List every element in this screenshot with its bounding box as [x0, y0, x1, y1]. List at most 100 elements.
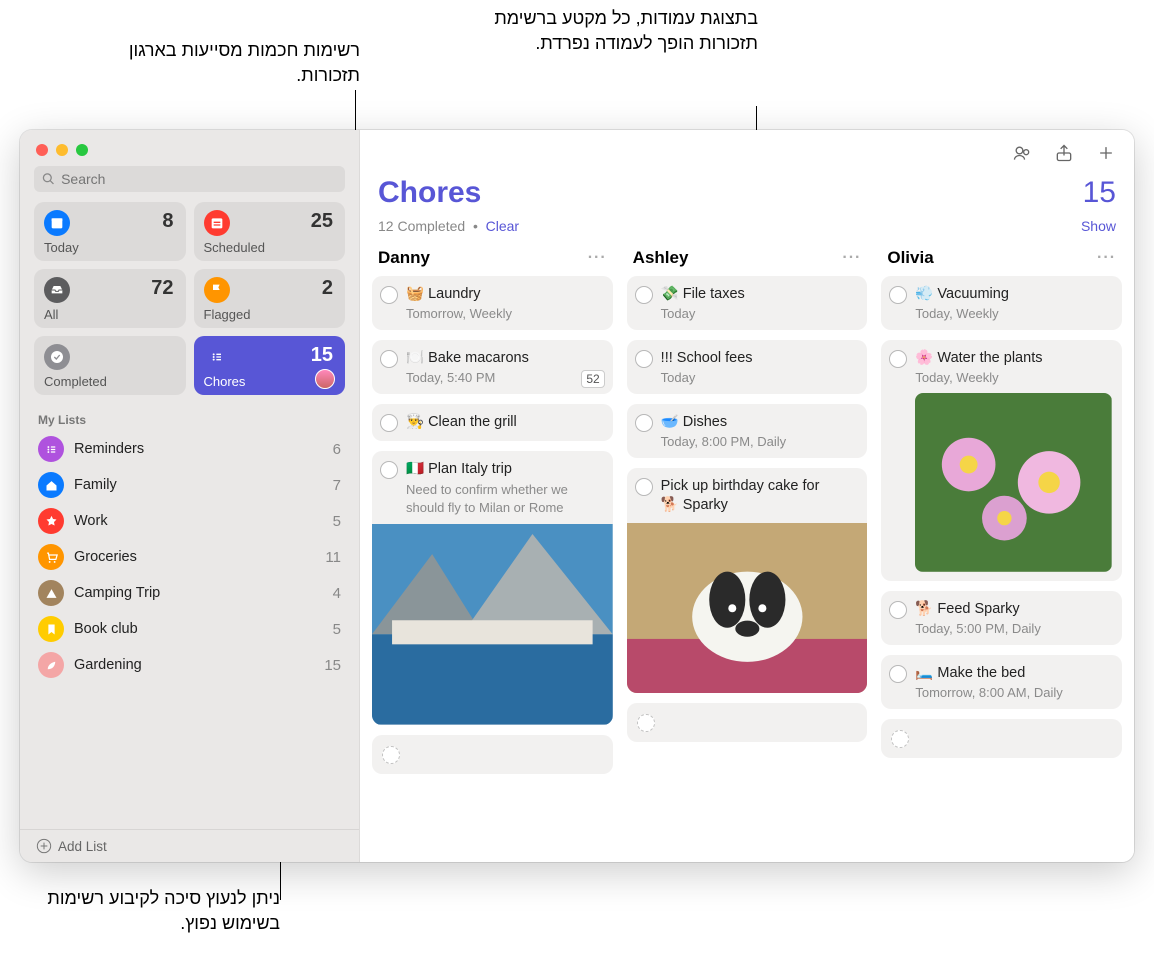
smart-list-today[interactable]: 8 Today [34, 202, 186, 261]
complete-toggle[interactable] [889, 665, 907, 683]
my-lists-heading: My Lists [20, 405, 359, 431]
reminder-title: 💸 File taxes [661, 285, 858, 304]
reminder-card[interactable]: 👨‍🍳 Clean the grill [372, 404, 613, 441]
reminder-card[interactable]: 🧺 Laundry Tomorrow, Weekly [372, 276, 613, 330]
list-item-work[interactable]: Work 5 [20, 503, 359, 539]
add-list-button[interactable]: Add List [20, 829, 359, 862]
list-name: Groceries [74, 549, 325, 565]
minimize-window-button[interactable] [56, 144, 68, 156]
add-list-label: Add List [58, 839, 107, 854]
list-icon [204, 344, 230, 370]
show-completed-button[interactable]: Show [1081, 218, 1116, 234]
complete-toggle[interactable] [889, 350, 907, 368]
list-name: Camping Trip [74, 585, 333, 601]
reminder-card[interactable]: 🛏️ Make the bed Tomorrow, 8:00 AM, Daily [881, 655, 1122, 709]
list-item-groceries[interactable]: Groceries 11 [20, 539, 359, 575]
reminder-title: 🛏️ Make the bed [915, 664, 1112, 683]
reminder-card[interactable]: 🇮🇹 Plan Italy trip Need to confirm wheth… [372, 451, 613, 725]
completed-count: 12 Completed [378, 218, 465, 234]
reminder-card[interactable]: Pick up birthday cake for 🐕 Sparky [627, 468, 868, 693]
zoom-window-button[interactable] [76, 144, 88, 156]
column-name: Danny [378, 248, 430, 268]
callout-columns: בתצוגת עמודות, כל מקטע ברשימת תזכורות הו… [468, 6, 758, 56]
reminder-card[interactable]: 🐕 Feed Sparky Today, 5:00 PM, Daily [881, 591, 1122, 645]
plus-circle-icon [36, 838, 52, 854]
list-item-family[interactable]: Family 7 [20, 467, 359, 503]
list-name: Gardening [74, 657, 324, 673]
column-more-button[interactable]: ··· [1097, 249, 1116, 267]
reminder-card[interactable]: 🍽️ Bake macarons Today, 5:40 PM 52 [372, 340, 613, 394]
list-item-gardening[interactable]: Gardening 15 [20, 647, 359, 683]
list-header: Chores 15 [360, 176, 1134, 218]
search-field[interactable] [34, 166, 345, 192]
empty-circle-icon [637, 714, 655, 732]
complete-toggle[interactable] [380, 414, 398, 432]
smart-list-completed[interactable]: Completed [34, 336, 186, 395]
reminder-image [372, 524, 613, 725]
smart-list-chores[interactable]: 15 Chores [194, 336, 346, 395]
smart-list-flagged[interactable]: 2 Flagged [194, 269, 346, 328]
close-window-button[interactable] [36, 144, 48, 156]
reminder-title: 🐕 Feed Sparky [915, 600, 1112, 619]
search-input[interactable] [61, 171, 337, 187]
smart-label: Scheduled [204, 240, 336, 255]
list-name: Reminders [74, 441, 333, 457]
clear-completed-button[interactable]: Clear [486, 218, 519, 234]
list-count: 5 [333, 513, 341, 530]
reminders-window: 8 Today 25 Scheduled 72 All 2 Flagged Co… [20, 130, 1134, 862]
column-danny: Danny ··· 🧺 Laundry Tomorrow, Weekly 🍽️ … [372, 244, 613, 862]
reminder-title: 🍽️ Bake macarons [406, 349, 603, 368]
reminder-subtitle: Today, Weekly [915, 370, 1112, 385]
add-reminder-placeholder[interactable] [372, 735, 613, 774]
reminder-card[interactable]: 🥣 Dishes Today, 8:00 PM, Daily [627, 404, 868, 458]
column-more-button[interactable]: ··· [842, 249, 861, 267]
reminder-image [915, 393, 1112, 572]
reminder-card[interactable]: !!! School fees Today [627, 340, 868, 394]
reminder-title: 💨 Vacuuming [915, 285, 1112, 304]
reminder-card[interactable]: 🌸 Water the plants Today, Weekly [881, 340, 1122, 581]
list-title: Chores [378, 176, 481, 210]
empty-circle-icon [382, 746, 400, 764]
lists-container: Reminders 6 Family 7 Work 5 Groceries 11… [20, 431, 359, 829]
reminder-subtitle: Today [661, 306, 858, 321]
list-name: Family [74, 477, 333, 493]
complete-toggle[interactable] [380, 461, 398, 479]
window-controls [20, 130, 359, 166]
list-count: 11 [325, 549, 341, 566]
complete-toggle[interactable] [635, 478, 653, 496]
reminder-subtitle: Today [661, 370, 858, 385]
star-icon [38, 508, 64, 534]
list-name: Book club [74, 621, 333, 637]
list-item-camping-trip[interactable]: Camping Trip 4 [20, 575, 359, 611]
complete-toggle[interactable] [889, 601, 907, 619]
shared-avatar [315, 369, 335, 389]
column-name: Ashley [633, 248, 689, 268]
column-olivia: Olivia ··· 💨 Vacuuming Today, Weekly 🌸 W… [881, 244, 1122, 862]
reminder-card[interactable]: 💸 File taxes Today [627, 276, 868, 330]
complete-toggle[interactable] [380, 350, 398, 368]
list-count: 5 [333, 621, 341, 638]
complete-toggle[interactable] [635, 286, 653, 304]
smart-count: 25 [311, 210, 333, 233]
complete-toggle[interactable] [380, 286, 398, 304]
calendar-lines-icon [204, 210, 230, 236]
list-item-reminders[interactable]: Reminders 6 [20, 431, 359, 467]
reminder-card[interactable]: 💨 Vacuuming Today, Weekly [881, 276, 1122, 330]
complete-toggle[interactable] [635, 350, 653, 368]
add-reminder-placeholder[interactable] [881, 719, 1122, 758]
complete-toggle[interactable] [635, 414, 653, 432]
tray-icon [44, 277, 70, 303]
smart-list-scheduled[interactable]: 25 Scheduled [194, 202, 346, 261]
add-reminder-icon[interactable] [1096, 143, 1116, 163]
column-more-button[interactable]: ··· [588, 249, 607, 267]
complete-toggle[interactable] [889, 286, 907, 304]
sidebar: 8 Today 25 Scheduled 72 All 2 Flagged Co… [20, 130, 360, 862]
smart-list-all[interactable]: 72 All [34, 269, 186, 328]
reminder-title: Pick up birthday cake for 🐕 Sparky [661, 477, 858, 515]
list-icon [38, 436, 64, 462]
add-reminder-placeholder[interactable] [627, 703, 868, 742]
list-item-book-club[interactable]: Book club 5 [20, 611, 359, 647]
cart-icon [38, 544, 64, 570]
share-icon[interactable] [1054, 143, 1074, 163]
collaborate-icon[interactable] [1012, 143, 1032, 163]
